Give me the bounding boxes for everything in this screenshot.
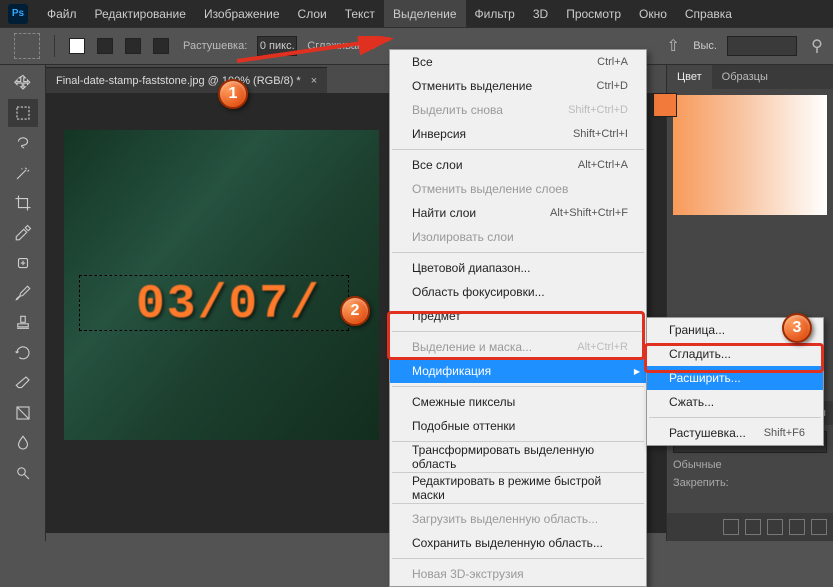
menu-subject[interactable]: Предмет (390, 304, 646, 328)
blur-tool[interactable] (8, 429, 38, 457)
selection-mode-new[interactable] (69, 38, 85, 54)
document-canvas[interactable]: 03/07/ (64, 130, 379, 440)
menubar: Ps Файл Редактирование Изображение Слои … (0, 0, 833, 27)
swatches-panel-tab[interactable]: Образцы (712, 65, 778, 89)
menu-grow[interactable]: Смежные пикселы (390, 390, 646, 414)
menu-modify-contract[interactable]: Сжать... (647, 390, 823, 414)
top-right-controls: ⇧ Выс. ⚲ (663, 36, 827, 56)
selection-mode-intersect[interactable] (153, 38, 169, 54)
menu-help[interactable]: Справка (676, 0, 741, 27)
menu-reselect: Выделить сноваShift+Ctrl+D (390, 98, 646, 122)
menu-modify-feather[interactable]: Растушевка...Shift+F6 (647, 421, 823, 445)
selection-mode-sub[interactable] (125, 38, 141, 54)
brush-tool[interactable] (8, 279, 38, 307)
menu-load-selection: Загрузить выделенную область... (390, 507, 646, 531)
menu-layer[interactable]: Слои (289, 0, 336, 27)
menu-type[interactable]: Текст (336, 0, 384, 27)
fx-icon[interactable] (745, 519, 761, 535)
menu-select-and-mask[interactable]: Выделение и маска...Alt+Ctrl+R (390, 335, 646, 359)
foreground-color-swatch[interactable] (653, 93, 677, 117)
menu-transform-selection[interactable]: Трансформировать выделенную область (390, 445, 646, 469)
menu-select-all[interactable]: ВсеCtrl+A (390, 50, 646, 74)
mask-icon[interactable] (767, 519, 783, 535)
menu-modify-smooth[interactable]: Сгладить... (647, 342, 823, 366)
color-picker[interactable] (673, 95, 827, 215)
color-panel-tab[interactable]: Цвет (667, 65, 712, 89)
menu-modify[interactable]: Модификация (390, 359, 646, 383)
menu-filter[interactable]: Фильтр (466, 0, 524, 27)
feather-input[interactable] (257, 36, 297, 56)
menu-modify-expand[interactable]: Расширить... (647, 366, 823, 390)
lock-label: Закрепить: (673, 477, 827, 489)
menu-view[interactable]: Просмотр (557, 0, 630, 27)
document-tab[interactable]: Final-date-stamp-faststone.jpg @ 100% (R… (46, 67, 327, 93)
menu-window[interactable]: Окно (630, 0, 676, 27)
history-brush-tool[interactable] (8, 339, 38, 367)
search-field[interactable] (727, 36, 797, 56)
menu-image[interactable]: Изображение (195, 0, 289, 27)
search-icon[interactable]: ⚲ (807, 36, 827, 56)
gradient-tool[interactable] (8, 399, 38, 427)
eraser-tool[interactable] (8, 369, 38, 397)
right-panels: Цвет Образцы Слои Каналы Контуры Q Вид О… (666, 65, 833, 541)
trash-icon[interactable] (811, 519, 827, 535)
dodge-tool[interactable] (8, 459, 38, 487)
blend-mode-label: Обычные (673, 459, 827, 471)
close-tab-icon[interactable]: × (311, 75, 317, 87)
heal-tool[interactable] (8, 249, 38, 277)
menu-new-3d-extrusion: Новая 3D-экструзия (390, 562, 646, 586)
toolbox (0, 65, 46, 541)
new-layer-icon[interactable] (789, 519, 805, 535)
selection-marquee (79, 275, 349, 331)
menu-deselect[interactable]: Отменить выделениеCtrl+D (390, 74, 646, 98)
search-label: Выс. (693, 40, 717, 52)
tool-preset-icon[interactable] (14, 33, 40, 59)
crop-tool[interactable] (8, 189, 38, 217)
eyedropper-tool[interactable] (8, 219, 38, 247)
menu-3d[interactable]: 3D (524, 0, 557, 27)
stamp-tool[interactable] (8, 309, 38, 337)
callout-2: 2 (340, 296, 370, 326)
menu-all-layers[interactable]: Все слоиAlt+Ctrl+A (390, 153, 646, 177)
menu-select[interactable]: Выделение (384, 0, 466, 27)
share-icon[interactable]: ⇧ (663, 36, 683, 56)
document-title: Final-date-stamp-faststone.jpg @ 100% (R… (56, 75, 301, 87)
layers-footer (667, 513, 833, 541)
menu-save-selection[interactable]: Сохранить выделенную область... (390, 531, 646, 555)
antialias-label: Сглаживание (307, 40, 375, 52)
menu-find-layers[interactable]: Найти слоиAlt+Shift+Ctrl+F (390, 201, 646, 225)
lasso-tool[interactable] (8, 129, 38, 157)
move-tool[interactable] (8, 69, 38, 97)
callout-1: 1 (218, 79, 248, 109)
menu-quick-mask[interactable]: Редактировать в режиме быстрой маски (390, 476, 646, 500)
selection-mode-add[interactable] (97, 38, 113, 54)
menu-edit[interactable]: Редактирование (86, 0, 195, 27)
menu-file[interactable]: Файл (38, 0, 86, 27)
menu-isolate-layers: Изолировать слои (390, 225, 646, 249)
magic-wand-tool[interactable] (8, 159, 38, 187)
menu-focus-area[interactable]: Область фокусировки... (390, 280, 646, 304)
select-menu-dropdown: ВсеCtrl+A Отменить выделениеCtrl+D Выдел… (389, 49, 647, 587)
menu-deselect-layers: Отменить выделение слоев (390, 177, 646, 201)
menu-color-range[interactable]: Цветовой диапазон... (390, 256, 646, 280)
marquee-tool[interactable] (8, 99, 38, 127)
app-icon: Ps (8, 4, 28, 24)
callout-3: 3 (782, 313, 812, 343)
menu-similar[interactable]: Подобные оттенки (390, 414, 646, 438)
link-layers-icon[interactable] (723, 519, 739, 535)
menu-inverse[interactable]: ИнверсияShift+Ctrl+I (390, 122, 646, 146)
feather-label: Растушевка: (183, 40, 247, 52)
